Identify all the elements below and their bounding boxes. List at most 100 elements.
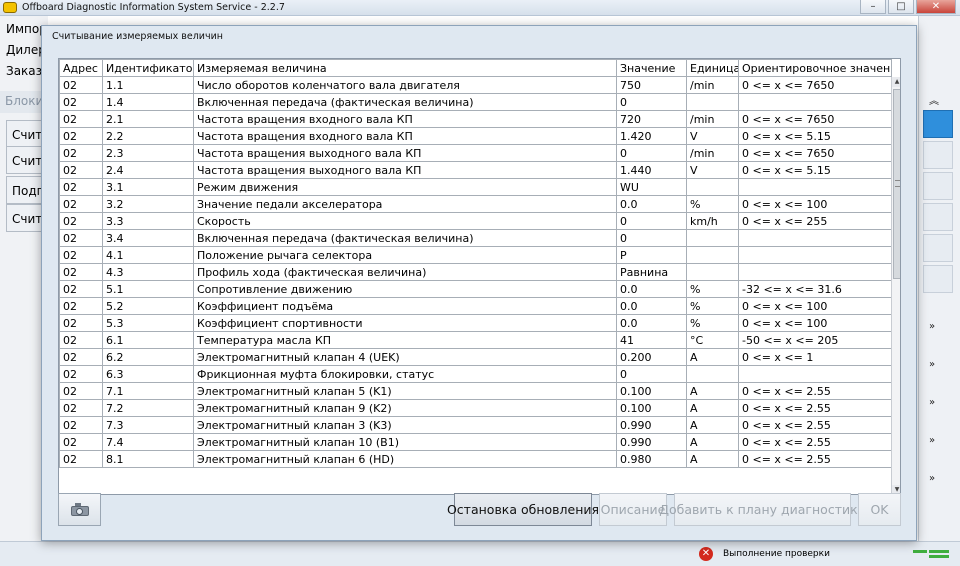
cell-reference: 0 <= x <= 1 bbox=[738, 348, 892, 366]
cell-value: 0.100 bbox=[616, 382, 687, 400]
expand-down-icon-4[interactable]: » bbox=[929, 435, 935, 446]
table-row[interactable]: 02 7.3 Электромагнитный клапан 3 (K3) 0.990… bbox=[59, 416, 892, 434]
cell-address: 02 bbox=[59, 229, 103, 247]
cell-value: 0.0 bbox=[616, 280, 687, 298]
cell-measured-value: Скорость bbox=[193, 212, 617, 230]
right-action-button-2[interactable] bbox=[923, 141, 953, 169]
table-row[interactable]: 02 4.1 Положение рычага селектора P bbox=[59, 246, 892, 264]
table-row[interactable]: 02 5.2 Коэффициент подъёма 0.0% 0 <= x <= 10… bbox=[59, 297, 892, 315]
cell-measured-value: Температура масла КП bbox=[193, 331, 617, 349]
scroll-up-arrow-icon[interactable]: ▲ bbox=[892, 77, 900, 87]
vertical-scrollbar[interactable]: ▲ ▼ bbox=[891, 77, 900, 494]
expand-down-icon-2[interactable]: » bbox=[929, 359, 935, 370]
right-action-button-4[interactable] bbox=[923, 203, 953, 231]
stop-update-button[interactable]: Остановка обновления bbox=[447, 493, 599, 526]
cell-measured-value: Значение педали акселератора bbox=[193, 195, 617, 213]
ok-button[interactable]: OK bbox=[858, 493, 901, 526]
cell-address: 02 bbox=[59, 195, 103, 213]
cell-reference: 0 <= x <= 7650 bbox=[738, 76, 892, 94]
table-row[interactable]: 02 6.1 Температура масла КП 41 °C -50 <= x <=… bbox=[59, 331, 892, 349]
cell-unit: A bbox=[686, 416, 739, 434]
table-row[interactable]: 02 7.1 Электромагнитный клапан 5 (K1) 0.100… bbox=[59, 382, 892, 400]
cell-address: 02 bbox=[59, 416, 103, 434]
table-row[interactable]: 02 6.3 Фрикционная муфта блокировки, стату… bbox=[59, 365, 892, 383]
cell-unit: /min bbox=[686, 76, 739, 94]
right-action-button-3[interactable] bbox=[923, 172, 953, 200]
table-row[interactable]: 02 4.3 Профиль хода (фактическая величина)… bbox=[59, 263, 892, 281]
table-row[interactable]: 02 3.3 Скорость 0 km/h 0 <= x <= 255 bbox=[59, 212, 892, 230]
maximize-button[interactable]: □ bbox=[888, 0, 914, 14]
table-row[interactable]: 02 1.1 Число оборотов коленчатого вала дви… bbox=[59, 76, 892, 94]
right-action-button-1[interactable] bbox=[923, 110, 953, 138]
signal-icon bbox=[913, 548, 953, 560]
right-action-button-6[interactable] bbox=[923, 265, 953, 293]
cell-identifier: 2.4 bbox=[102, 161, 194, 179]
cell-identifier: 3.2 bbox=[102, 195, 194, 213]
cell-measured-value: Коэффициент спортивности bbox=[193, 314, 617, 332]
cell-reference: 0 <= x <= 255 bbox=[738, 212, 892, 230]
table-row[interactable]: 02 3.2 Значение педали акселератора 0.0% 0 <… bbox=[59, 195, 892, 213]
cell-reference bbox=[738, 246, 892, 264]
add-to-plan-button[interactable]: Добавить к плану диагностики bbox=[659, 493, 866, 526]
table-row[interactable]: 02 7.4 Электромагнитный клапан 10 (B1) 0.99… bbox=[59, 433, 892, 451]
table-row[interactable]: 02 2.3 Частота вращения выходного вала КП 0… bbox=[59, 144, 892, 162]
column-header-address[interactable]: Адрес bbox=[59, 59, 103, 77]
table-row[interactable]: 02 6.2 Электромагнитный клапан 4 (UEK) 0.20… bbox=[59, 348, 892, 366]
app-titlebar: Offboard Diagnostic Information System S… bbox=[0, 0, 960, 16]
cell-reference: 0 <= x <= 100 bbox=[738, 195, 892, 213]
table-row[interactable]: 02 2.4 Частота вращения выходного вала КП 1… bbox=[59, 161, 892, 179]
description-button[interactable]: Описание bbox=[599, 493, 667, 526]
cell-value: 1.440 bbox=[616, 161, 687, 179]
cell-unit: % bbox=[686, 195, 739, 213]
cell-address: 02 bbox=[59, 450, 103, 468]
expand-down-icon-1[interactable]: » bbox=[929, 321, 935, 332]
cell-value: 0.200 bbox=[616, 348, 687, 366]
cell-value: 0 bbox=[616, 212, 687, 230]
expand-down-icon-3[interactable]: » bbox=[929, 397, 935, 408]
column-header-unit[interactable]: Единица bbox=[686, 59, 739, 77]
cell-value: 0 bbox=[616, 365, 687, 383]
column-header-value[interactable]: Значение bbox=[616, 59, 687, 77]
table-row[interactable]: 02 3.1 Режим движения WU bbox=[59, 178, 892, 196]
table-row[interactable]: 02 1.4 Включенная передача (фактическая ве… bbox=[59, 93, 892, 111]
cell-unit: % bbox=[686, 314, 739, 332]
column-header-measured-value[interactable]: Измеряемая величина bbox=[193, 59, 617, 77]
cell-unit: A bbox=[686, 399, 739, 417]
table-row[interactable]: 02 3.4 Включенная передача (фактическая ве… bbox=[59, 229, 892, 247]
cell-identifier: 3.4 bbox=[102, 229, 194, 247]
cell-reference: 0 <= x <= 100 bbox=[738, 314, 892, 332]
screenshot-button[interactable] bbox=[58, 493, 101, 526]
column-header-identifier[interactable]: Идентификатор bbox=[102, 59, 194, 77]
column-header-reference[interactable]: Ориентировочное значение bbox=[738, 59, 892, 77]
table-row[interactable]: 02 7.2 Электромагнитный клапан 9 (K2) 0.100… bbox=[59, 399, 892, 417]
cell-unit: A bbox=[686, 450, 739, 468]
expand-down-icon-5[interactable]: » bbox=[929, 473, 935, 484]
cell-value: 0.980 bbox=[616, 450, 687, 468]
cell-address: 02 bbox=[59, 314, 103, 332]
scroll-thumb[interactable] bbox=[893, 89, 900, 279]
cell-reference: 0 <= x <= 7650 bbox=[738, 110, 892, 128]
table-row[interactable]: 02 5.1 Сопротивление движению 0.0% -32 <= x … bbox=[59, 280, 892, 298]
cell-address: 02 bbox=[59, 348, 103, 366]
table-row[interactable]: 02 2.2 Частота вращения входного вала КП 1.… bbox=[59, 127, 892, 145]
table-row[interactable]: 02 5.3 Коэффициент спортивности 0.0% 0 <= x … bbox=[59, 314, 892, 332]
table-row[interactable]: 02 2.1 Частота вращения входного вала КП 72… bbox=[59, 110, 892, 128]
cell-identifier: 7.3 bbox=[102, 416, 194, 434]
cell-reference: 0 <= x <= 2.55 bbox=[738, 433, 892, 451]
right-action-button-5[interactable] bbox=[923, 234, 953, 262]
minimize-button[interactable]: – bbox=[860, 0, 886, 14]
cell-address: 02 bbox=[59, 144, 103, 162]
table-row[interactable]: 02 8.1 Электромагнитный клапан 6 (HD) 0.980… bbox=[59, 450, 892, 468]
collapse-up-icon[interactable]: ︽ bbox=[929, 92, 939, 107]
cell-unit: A bbox=[686, 348, 739, 366]
cell-identifier: 2.3 bbox=[102, 144, 194, 162]
cell-unit bbox=[686, 178, 739, 196]
cell-address: 02 bbox=[59, 178, 103, 196]
close-button[interactable]: ✕ bbox=[916, 0, 956, 14]
cell-identifier: 1.1 bbox=[102, 76, 194, 94]
cell-value: P bbox=[616, 246, 687, 264]
cell-unit: % bbox=[686, 280, 739, 298]
cell-unit: V bbox=[686, 161, 739, 179]
cell-identifier: 5.1 bbox=[102, 280, 194, 298]
cell-measured-value: Положение рычага селектора bbox=[193, 246, 617, 264]
